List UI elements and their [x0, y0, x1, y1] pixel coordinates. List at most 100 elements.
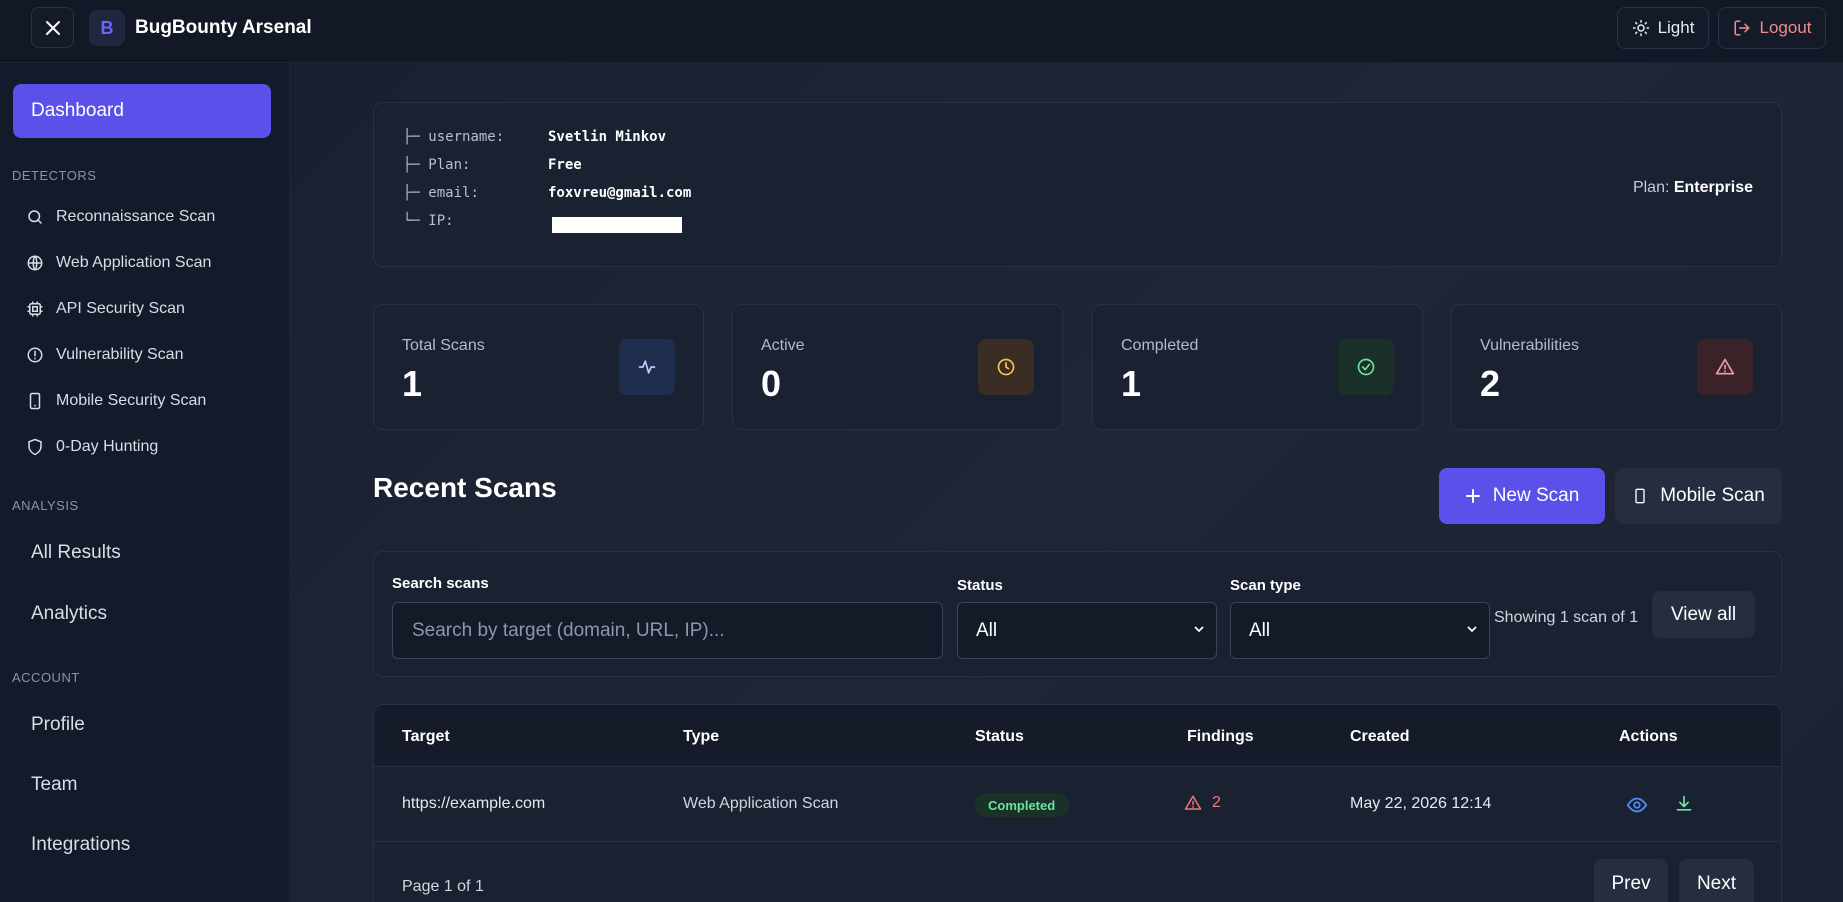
profile-key: username:	[428, 129, 505, 145]
sidebar-item-label: Web Application Scan	[56, 254, 212, 271]
mobile-scan-label: Mobile Scan	[1660, 485, 1765, 506]
profile-username: Svetlin Minkov	[548, 129, 667, 145]
alert-circle-icon	[27, 347, 43, 363]
column-header-actions: Actions	[1619, 728, 1678, 745]
plan-summary-label: Plan:	[1632, 179, 1670, 196]
stat-label: Total Scans	[402, 337, 485, 354]
view-eye-icon[interactable]	[1626, 794, 1648, 816]
sidebar-item-dashboard[interactable]: Dashboard	[13, 84, 271, 138]
stat-label: Completed	[1121, 337, 1199, 354]
results-count: Showing 1 scan of 1	[1494, 609, 1639, 626]
sidebar-item-analytics[interactable]: Analytics	[31, 603, 107, 625]
check-circle-icon	[1338, 339, 1394, 395]
chevron-down-icon	[1194, 626, 1204, 633]
profile-card: ├─ username: Svetlin Minkov ├─ Plan: Fre…	[373, 102, 1782, 267]
tree-prefix: ├─	[403, 185, 420, 201]
logout-button[interactable]: Logout	[1718, 7, 1826, 49]
section-heading-account: ACCOUNT	[12, 670, 80, 685]
findings-count: 2	[1184, 794, 1221, 812]
view-all-button[interactable]: View all	[1652, 591, 1755, 638]
profile-row-email: ├─ email: foxvreu@gmail.com	[403, 185, 691, 201]
globe-icon	[27, 255, 43, 271]
chevron-down-icon	[1467, 626, 1477, 633]
profile-key: IP:	[428, 213, 454, 229]
sidebar-item-all-results[interactable]: All Results	[31, 542, 121, 564]
sidebar-item-label: Reconnaissance Scan	[56, 208, 216, 225]
app-title: BugBounty Arsenal	[135, 17, 312, 38]
smartphone-icon	[1635, 488, 1645, 504]
search-icon	[28, 210, 42, 224]
sidebar-item-0-day-hunting[interactable]: 0-Day Hunting	[26, 432, 276, 462]
sidebar-item-profile[interactable]: Profile	[31, 714, 85, 736]
search-label: Search scans	[392, 575, 489, 592]
stat-card-vulnerabilities: Vulnerabilities 2	[1451, 304, 1782, 430]
findings-value: 2	[1212, 794, 1221, 811]
close-icon	[45, 20, 60, 35]
download-icon[interactable]	[1674, 794, 1694, 814]
new-scan-label: New Scan	[1492, 485, 1580, 506]
column-header-findings: Findings	[1187, 728, 1254, 745]
shield-icon	[28, 438, 42, 456]
column-header-target: Target	[402, 728, 450, 745]
sun-icon	[1632, 19, 1649, 37]
stat-value: 0	[761, 363, 782, 404]
stat-label: Active	[761, 337, 805, 354]
stat-value: 2	[1480, 363, 1501, 404]
sidebar-item-label: API Security Scan	[56, 300, 185, 317]
tree-prefix: └─	[403, 213, 420, 229]
status-select[interactable]: All	[957, 602, 1217, 659]
section-heading-detectors: DETECTORS	[12, 168, 97, 183]
profile-key: Plan:	[428, 157, 471, 173]
prev-page-button[interactable]: Prev	[1594, 859, 1668, 902]
scan-created: May 22, 2026 12:14	[1350, 795, 1492, 812]
stat-value: 1	[402, 363, 423, 404]
stat-card-active: Active 0	[732, 304, 1063, 430]
logout-icon	[1734, 20, 1749, 36]
new-scan-button[interactable]: New Scan	[1439, 468, 1605, 524]
sidebar-item-mobile-security-scan[interactable]: Mobile Security Scan	[26, 386, 276, 416]
pagination-info: Page 1 of 1	[402, 878, 484, 895]
smartphone-icon	[29, 392, 41, 410]
scan-type-filter-label: Scan type	[1230, 577, 1301, 594]
mobile-scan-button[interactable]: Mobile Scan	[1615, 468, 1782, 524]
status-badge: Completed	[974, 793, 1070, 817]
sidebar-item-integrations[interactable]: Integrations	[31, 834, 130, 856]
status-filter-label: Status	[957, 577, 1003, 594]
recent-scans-title: Recent Scans	[373, 472, 557, 503]
profile-row-username: ├─ username: Svetlin Minkov	[403, 129, 666, 145]
theme-toggle-button[interactable]: Light	[1617, 7, 1709, 49]
clock-icon	[978, 339, 1034, 395]
close-sidebar-button[interactable]	[31, 7, 74, 48]
sidebar-item-team[interactable]: Team	[31, 774, 77, 796]
scan-target[interactable]: https://example.com	[402, 795, 545, 813]
logout-label: Logout	[1759, 18, 1812, 37]
warning-icon	[1184, 795, 1202, 810]
status-select-value: All	[976, 619, 998, 641]
stat-card-completed: Completed 1	[1092, 304, 1423, 430]
sidebar-item-web-application-scan[interactable]: Web Application Scan	[26, 248, 276, 278]
top-bar: B BugBounty Arsenal Light Logout	[0, 0, 1843, 63]
table-row: https://example.com Web Application Scan…	[374, 767, 1781, 842]
activity-icon	[619, 339, 675, 395]
next-page-button[interactable]: Next	[1679, 859, 1754, 902]
scan-type-select-value: All	[1249, 619, 1271, 641]
main-content: ├─ username: Svetlin Minkov ├─ Plan: Fre…	[291, 63, 1843, 902]
scan-type-select[interactable]: All	[1230, 602, 1490, 659]
stat-label: Vulnerabilities	[1480, 337, 1580, 354]
scan-type: Web Application Scan	[683, 795, 839, 812]
tree-prefix: ├─	[403, 157, 420, 173]
sidebar-item-label: 0-Day Hunting	[56, 438, 159, 455]
theme-toggle-label: Light	[1657, 18, 1695, 37]
profile-row-plan: ├─ Plan: Free	[403, 157, 582, 173]
stat-card-total-scans: Total Scans 1	[373, 304, 704, 430]
stat-value: 1	[1121, 363, 1142, 404]
warning-icon	[1697, 339, 1753, 395]
profile-plan: Free	[548, 157, 582, 173]
sidebar-item-vulnerability-scan[interactable]: Vulnerability Scan	[26, 340, 276, 370]
sidebar-item-api-security-scan[interactable]: API Security Scan	[26, 294, 276, 324]
plan-summary-value: Enterprise	[1673, 179, 1753, 196]
sidebar-item-reconnaissance-scan[interactable]: Reconnaissance Scan	[26, 202, 276, 232]
search-input[interactable]: Search by target (domain, URL, IP)...	[392, 602, 943, 659]
profile-key: email:	[428, 185, 479, 201]
section-heading-analysis: ANALYSIS	[12, 498, 79, 513]
